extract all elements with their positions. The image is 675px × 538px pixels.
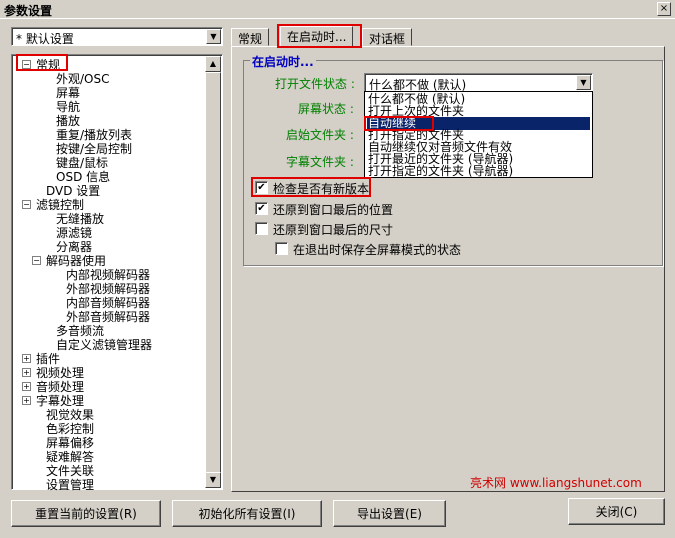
open-file-state-combo[interactable]: 什么都不做 (默认) ▼ [364,73,593,92]
tree-item[interactable]: 字幕处理 [36,394,84,408]
check-updates-label[interactable]: 检查是否有新版本 [273,180,369,197]
collapse-icon[interactable]: − [22,200,31,209]
settings-tree[interactable]: − 常规 外观/OSC 屏幕 导航 播放 重复/播放列表 按键/全局控制 键盘/鼠标 OSD 信息… [11,54,223,492]
tree-item[interactable]: 多音频流 [56,324,104,338]
tree-scrollbar[interactable]: ▲ ▼ [205,56,221,488]
checkbox-restore-position[interactable]: ✔ [255,202,268,215]
tree-item[interactable]: 播放 [56,114,80,128]
close-window-button[interactable]: × [657,2,671,16]
open-file-state-dropdown[interactable]: 什么都不做 (默认) 打开上次的文件夹 自动继续 打开指定的文件夹 自动继续仅对音频文件… [364,91,593,178]
tree-item[interactable]: 无缝播放 [56,212,104,226]
window-title: 参数设置 [4,4,53,18]
checkbox-save-fullscreen[interactable] [275,242,288,255]
tree-item[interactable]: 滤镜控制 [36,198,84,212]
scroll-up-icon[interactable]: ▲ [205,56,221,72]
export-settings-button[interactable]: 导出设置(E) [333,500,446,527]
tree-item[interactable]: 屏幕 [56,86,80,100]
tree-item[interactable]: 外部视频解码器 [66,282,150,296]
chevron-down-icon[interactable]: ▼ [206,29,221,44]
restore-position-label[interactable]: 还原到窗口最后的位置 [273,201,393,218]
tree-item[interactable]: 自定义滤镜管理器 [56,338,152,352]
tree-item[interactable]: 视频处理 [36,366,84,380]
title-bar: 参数设置 × [0,0,675,19]
restore-size-label[interactable]: 还原到窗口最后的尺寸 [273,221,393,238]
tree-item[interactable]: 内部视频解码器 [66,268,150,282]
save-fullscreen-label[interactable]: 在退出时保存全屏幕模式的状态 [293,241,461,258]
check-icon: ✔ [257,203,266,214]
close-button[interactable]: 关闭(C) [568,498,665,525]
tree-item[interactable]: 分离器 [56,240,92,254]
watermark-text: 亮术网 www.liangshunet.com [470,476,642,490]
chevron-down-icon[interactable]: ▼ [576,75,591,90]
tree-item[interactable]: 视觉效果 [46,408,94,422]
tree-item[interactable]: DVD 设置 [46,184,100,198]
expand-icon[interactable]: + [22,368,31,377]
start-folder-label: 启始文件夹 : [286,128,354,142]
screen-state-label: 屏幕状态 : [298,102,354,116]
scroll-thumb[interactable] [205,72,221,474]
tree-item[interactable]: 设置管理 [46,478,94,492]
tree-item[interactable]: 内部音频解码器 [66,296,150,310]
tree-item[interactable]: 键盘/鼠标 [56,156,108,170]
reset-settings-button[interactable]: 重置当前的设置(R) [11,500,161,527]
tree-item[interactable]: 重复/播放列表 [56,128,132,142]
expand-icon[interactable]: + [22,354,31,363]
expand-icon[interactable]: + [22,396,31,405]
tree-item[interactable]: 导航 [56,100,80,114]
group-title: 在启动时... [250,53,316,70]
open-file-state-label: 打开文件状态 : [275,77,355,91]
tree-item[interactable]: 疑难解答 [46,450,94,464]
tree-item[interactable]: 文件关联 [46,464,94,478]
tree-item[interactable]: 外观/OSC [56,72,110,86]
init-all-settings-button[interactable]: 初始化所有设置(I) [172,500,322,527]
checkbox-restore-size[interactable] [255,222,268,235]
tab-startup[interactable]: 在启动时... [280,26,354,47]
expand-icon[interactable]: + [22,382,31,391]
tree-item[interactable]: 按键/全局控制 [56,142,132,156]
checkbox-check-updates[interactable]: ✔ [255,181,268,194]
collapse-icon[interactable]: − [22,60,31,69]
preset-combo[interactable]: * 默认设置 ▼ [11,27,223,46]
tree-item[interactable]: 外部音频解码器 [66,310,150,324]
dropdown-option[interactable]: 打开指定的文件夹 (导航器) [367,165,590,177]
collapse-icon[interactable]: − [32,256,41,265]
tree-item[interactable]: 色彩控制 [46,422,94,436]
tree-item[interactable]: 音频处理 [36,380,84,394]
scroll-down-icon[interactable]: ▼ [205,472,221,488]
tree-item[interactable]: 解码器使用 [46,254,106,268]
tree-item[interactable]: 插件 [36,352,60,366]
subtitle-folder-label: 字幕文件夹 : [286,155,354,169]
tree-item[interactable]: 屏幕偏移 [46,436,94,450]
check-icon: ✔ [257,182,266,193]
tree-item[interactable]: 常规 [36,58,60,72]
tab-general[interactable]: 常规 [231,28,270,46]
preset-combo-value: * 默认设置 [16,32,74,46]
tree-item[interactable]: 源滤镜 [56,226,92,240]
tab-dialogs[interactable]: 对话框 [362,28,413,46]
tree-item[interactable]: OSD 信息 [56,170,110,184]
